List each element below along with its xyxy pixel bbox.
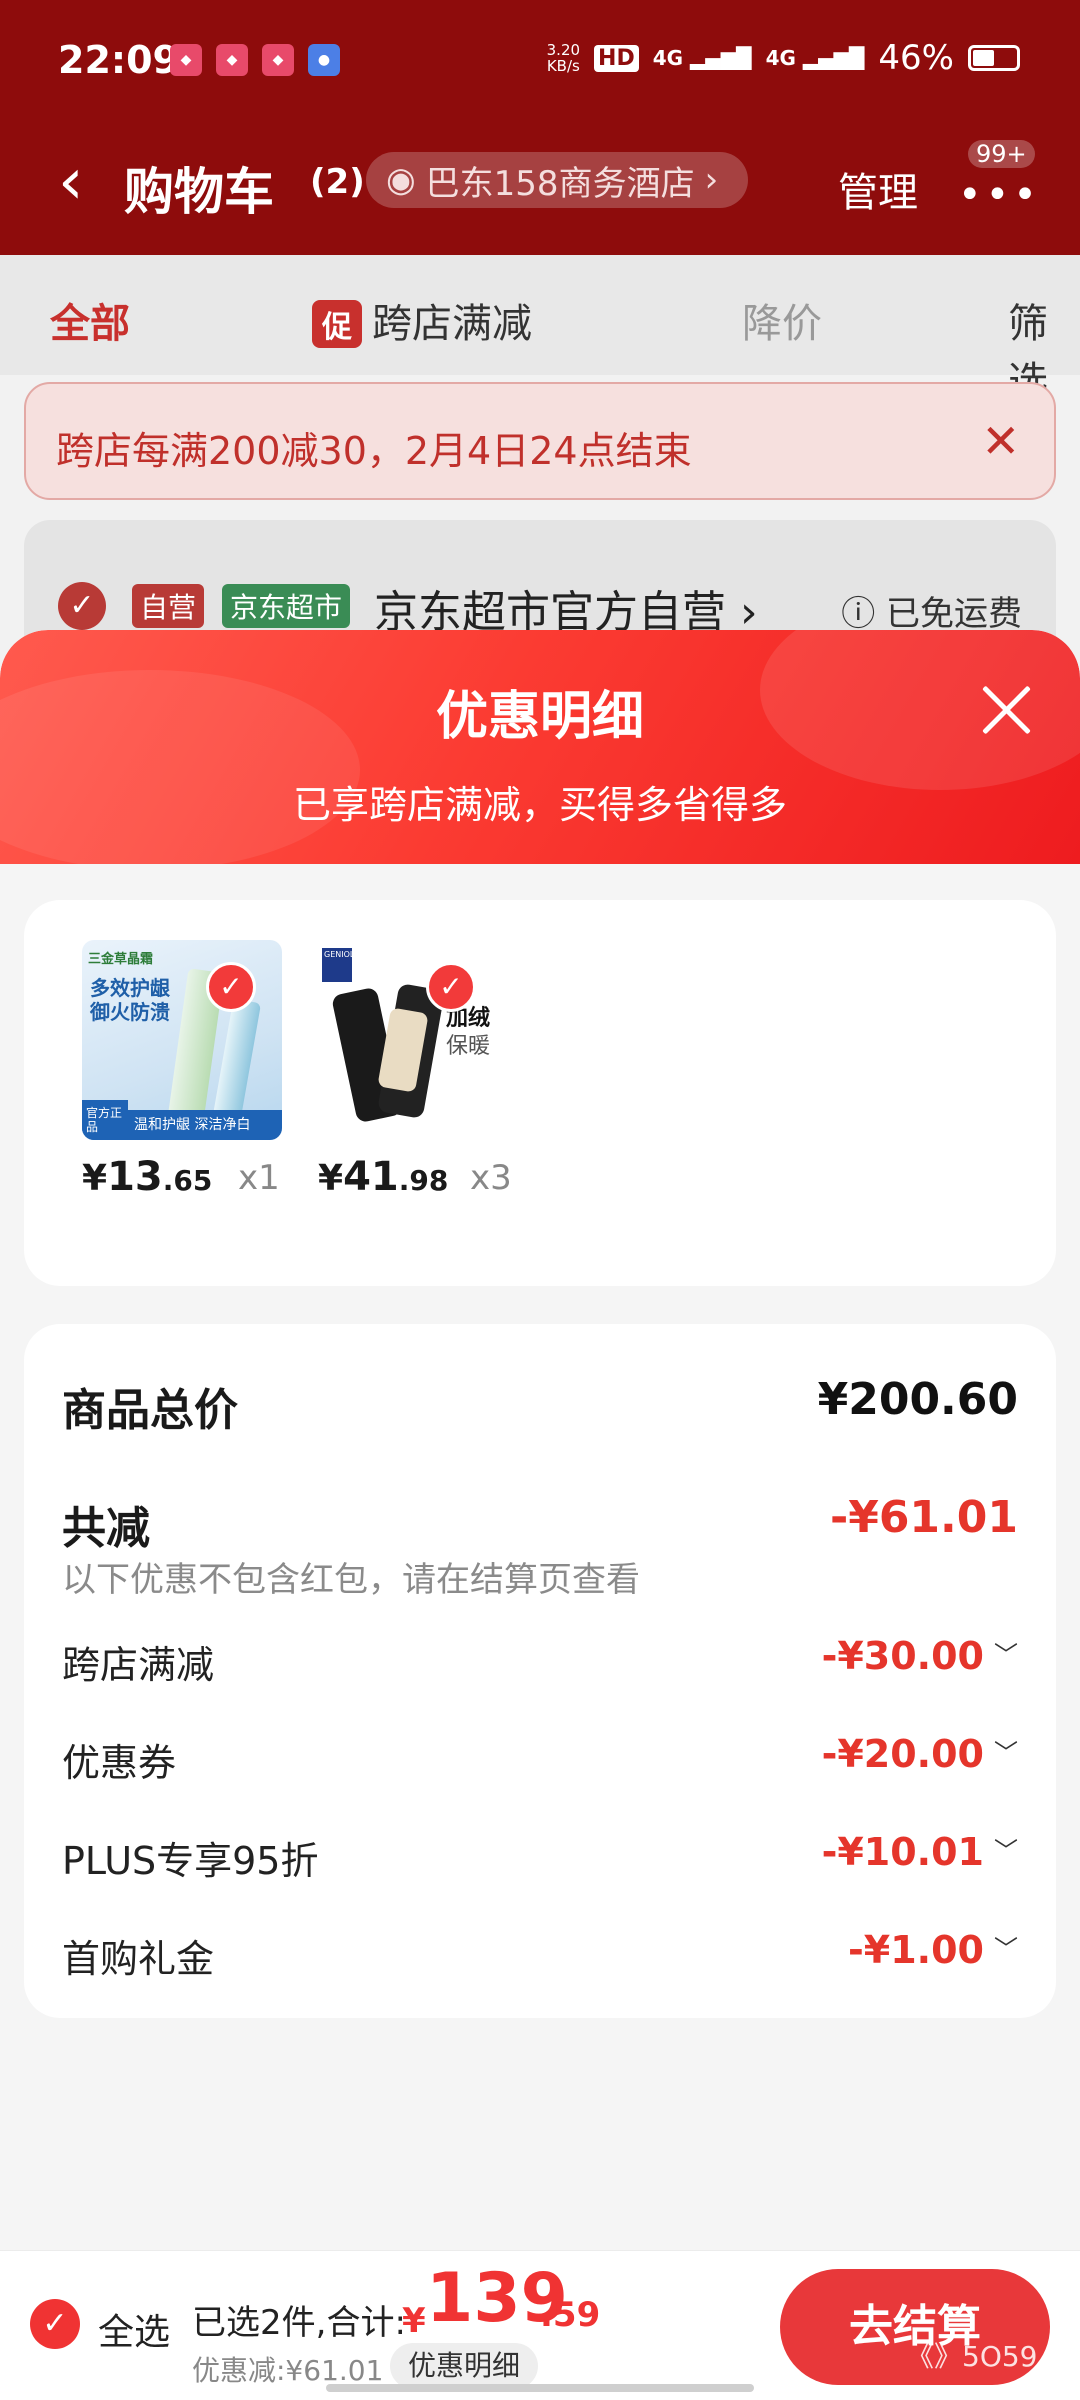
total-price-value: ¥200.60	[817, 1374, 1018, 1425]
back-arrow-icon[interactable]: ‹	[58, 150, 84, 214]
status-indicators: 3.20 KB/s HD 4G ▂▄▆█ 4G ▂▄▆█ 46%	[547, 38, 1020, 78]
reduction-note: 以下优惠不包含红包，请在结算页查看	[62, 1560, 640, 1600]
discount-label: 首购礼金	[62, 1937, 215, 1981]
address-selector[interactable]: ◉ 巴东158商务酒店 ›	[366, 152, 749, 208]
info-icon: ⓘ	[841, 594, 876, 634]
product-image-pants: GENIOLAMODE 加绒 保暖 ✓	[318, 940, 518, 1140]
signal-icon: 4G ▂▄▆█	[765, 46, 865, 70]
discount-label: 跨店满减	[62, 1643, 215, 1687]
cart-count: (2)	[310, 162, 365, 202]
price-summary-card: 商品总价 ¥200.60 共减 -¥61.01 以下优惠不包含红包，请在结算页查…	[24, 1324, 1056, 2018]
tab-all[interactable]: 全部	[50, 291, 130, 349]
battery-icon	[968, 45, 1020, 71]
status-time: 22:09	[58, 38, 179, 82]
total-price-label: 商品总价	[62, 1385, 238, 1436]
product-qty: x1	[238, 1158, 280, 1198]
discount-value: -¥30.00 ﹀	[821, 1634, 1018, 1678]
checkbox-checked-icon[interactable]: ✓	[58, 582, 106, 630]
discount-row[interactable]: 首购礼金 -¥1.00 ﹀	[62, 1928, 1018, 1982]
tab-price-drop[interactable]: 降价	[742, 291, 822, 349]
sheet-header: 优惠明细 已享跨店满减，买得多省得多	[0, 630, 1080, 864]
discount-value: -¥20.00 ﹀	[821, 1732, 1018, 1776]
self-operated-tag: 自营	[132, 584, 205, 628]
address-text: 巴东158商务酒店	[425, 163, 695, 204]
page-title: 购物车	[124, 163, 274, 221]
close-icon[interactable]: ✕	[981, 414, 1020, 468]
watermark: 《》5O59	[906, 2340, 1038, 2373]
promo-tag: 促	[312, 300, 362, 348]
message-badge: 99+	[968, 140, 1035, 168]
product-price: ¥41.98	[318, 1154, 449, 1200]
checkbox-checked-icon: ✓	[426, 962, 476, 1012]
filter-tabs: 全部 促跨店满减 降价 筛选	[0, 255, 1080, 405]
sheet-subtitle: 已享跨店满减，买得多省得多	[292, 783, 787, 827]
eye-icon: ◉	[386, 160, 416, 200]
discount-row[interactable]: 优惠券 -¥20.00 ﹀	[62, 1732, 1018, 1786]
discount-row[interactable]: PLUS专享95折 -¥10.01 ﹀	[62, 1830, 1018, 1884]
supermarket-tag: 京东超市	[222, 584, 351, 628]
discount-label: 优惠券	[62, 1741, 177, 1785]
signal-icon: 4G ▂▄▆█	[652, 46, 752, 70]
selected-products-card: 三金草晶霜 多效护龈 御火防溃 温和护龈 深洁净白 官方正品 ✓ ¥13.65 …	[24, 900, 1056, 1286]
discount-detail-button[interactable]: 优惠明细	[390, 2343, 539, 2389]
battery-percent: 46%	[878, 38, 954, 78]
notification-icons: ◆ ◆ ◆ ●	[170, 44, 340, 76]
selected-info: 已选2件,合计:	[192, 2303, 406, 2343]
home-indicator[interactable]	[326, 2384, 754, 2392]
discount-value: -¥1.00 ﹀	[848, 1928, 1018, 1972]
total-reduction-label: 共减	[62, 1503, 150, 1554]
tab-cross-store[interactable]: 促跨店满减	[312, 291, 532, 349]
total-price-row: 商品总价 ¥200.60	[62, 1374, 1018, 1436]
chevron-down-icon: ﹀	[994, 1935, 1018, 1963]
top-nav: ‹ 购物车 (2) ◉ 巴东158商务酒店 › 管理 99+ •••	[0, 120, 1080, 255]
discount-detail-sheet: 优惠明细 已享跨店满减，买得多省得多 三金草晶霜 多效护龈 御火防溃 温和护龈 …	[0, 630, 1080, 2400]
select-all-label[interactable]: 全选	[98, 2303, 170, 2355]
app-notification-icon: ◆	[216, 44, 248, 76]
total-currency: ¥	[402, 2301, 426, 2341]
total-reduction-value: -¥61.01	[829, 1492, 1018, 1543]
product-image-toothpaste: 三金草晶霜 多效护龈 御火防溃 温和护龈 深洁净白 官方正品 ✓	[82, 940, 282, 1140]
baidu-notification-icon: ●	[308, 44, 340, 76]
discount-info: 优惠减:¥61.01	[192, 2354, 384, 2387]
chevron-down-icon: ﹀	[994, 1739, 1018, 1767]
close-icon[interactable]	[978, 682, 1034, 738]
product-price: ¥13.65	[82, 1154, 213, 1200]
app-notification-icon: ◆	[262, 44, 294, 76]
status-bar: 22:09 ◆ ◆ ◆ ● 3.20 KB/s HD 4G ▂▄▆█ 4G ▂▄…	[0, 0, 1080, 120]
discount-row[interactable]: 跨店满减 -¥30.00 ﹀	[62, 1634, 1018, 1688]
more-icon[interactable]: •••	[958, 172, 1041, 218]
checkbox-checked-icon: ✓	[206, 962, 256, 1012]
network-speed: 3.20 KB/s	[546, 41, 581, 75]
chevron-right-icon: ›	[704, 160, 719, 200]
total-reduction-row: 共减 -¥61.01	[62, 1492, 1018, 1554]
checkout-bar: ✓ 全选 已选2件,合计: ¥ 139 .59 优惠减:¥61.01 优惠明细 …	[0, 2250, 1080, 2400]
discount-value: -¥10.01 ﹀	[821, 1830, 1018, 1874]
product-qty: x3	[470, 1158, 512, 1198]
discount-label: PLUS专享95折	[62, 1839, 319, 1883]
chevron-down-icon: ﹀	[994, 1837, 1018, 1865]
promo-banner: 跨店每满200减30，2月4日24点结束 ✕	[24, 382, 1056, 500]
sheet-title: 优惠明细	[435, 687, 644, 747]
promo-text: 跨店每满200减30，2月4日24点结束	[56, 429, 692, 473]
select-all-checkbox[interactable]: ✓	[30, 2299, 80, 2349]
app-notification-icon: ◆	[170, 44, 202, 76]
shipping-status: ⓘ 已免运费	[841, 594, 1022, 634]
total-amount-dec: .59	[540, 2295, 601, 2335]
hd-icon: HD	[594, 44, 639, 72]
manage-button[interactable]: 管理	[838, 160, 918, 218]
chevron-down-icon: ﹀	[994, 1641, 1018, 1669]
